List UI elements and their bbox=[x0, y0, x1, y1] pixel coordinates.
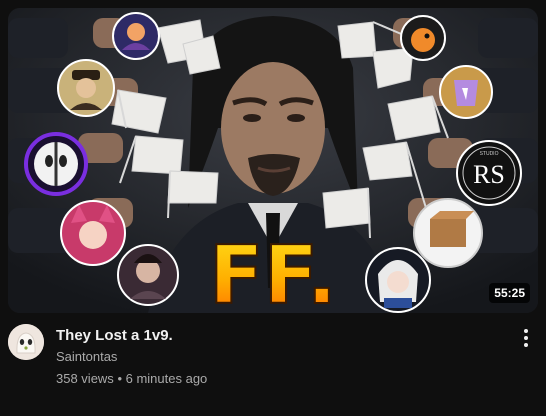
ff-overlay-text: FF. bbox=[209, 229, 337, 313]
more-actions-button[interactable] bbox=[514, 324, 538, 352]
badge-musician bbox=[112, 12, 160, 60]
badge-anime-girl bbox=[365, 247, 431, 313]
channel-avatar[interactable] bbox=[8, 324, 44, 360]
video-thumbnail[interactable]: RS STUDIO FF. 55:25 bbox=[8, 8, 538, 313]
channel-name[interactable]: Saintontas bbox=[56, 349, 117, 364]
thumbnail-art: RS STUDIO FF. bbox=[8, 8, 538, 313]
badge-bird bbox=[400, 15, 446, 61]
video-stats: 358 views • 6 minutes ago bbox=[56, 371, 207, 386]
video-title[interactable]: They Lost a 1v9. bbox=[56, 326, 173, 346]
video-meta: They Lost a 1v9. Saintontas 358 views • … bbox=[8, 322, 538, 402]
view-count: 358 views bbox=[56, 371, 114, 386]
stats-separator: • bbox=[117, 371, 122, 386]
video-duration: 55:25 bbox=[489, 283, 530, 303]
badge-rs-logo: RS STUDIO bbox=[456, 140, 522, 206]
vertical-ellipsis-icon bbox=[524, 329, 528, 333]
rs-logo-text: RS bbox=[473, 160, 505, 189]
rs-ring-text: STUDIO bbox=[480, 151, 499, 157]
upload-age: 6 minutes ago bbox=[125, 371, 208, 386]
badge-cowboy bbox=[57, 59, 115, 117]
badge-purple-cup bbox=[439, 65, 493, 119]
badge-catgirl bbox=[60, 200, 126, 266]
badge-box bbox=[413, 198, 483, 268]
badge-singer bbox=[117, 244, 179, 306]
ghost-face-icon bbox=[8, 324, 44, 360]
badge-ghost-mask bbox=[24, 132, 88, 196]
